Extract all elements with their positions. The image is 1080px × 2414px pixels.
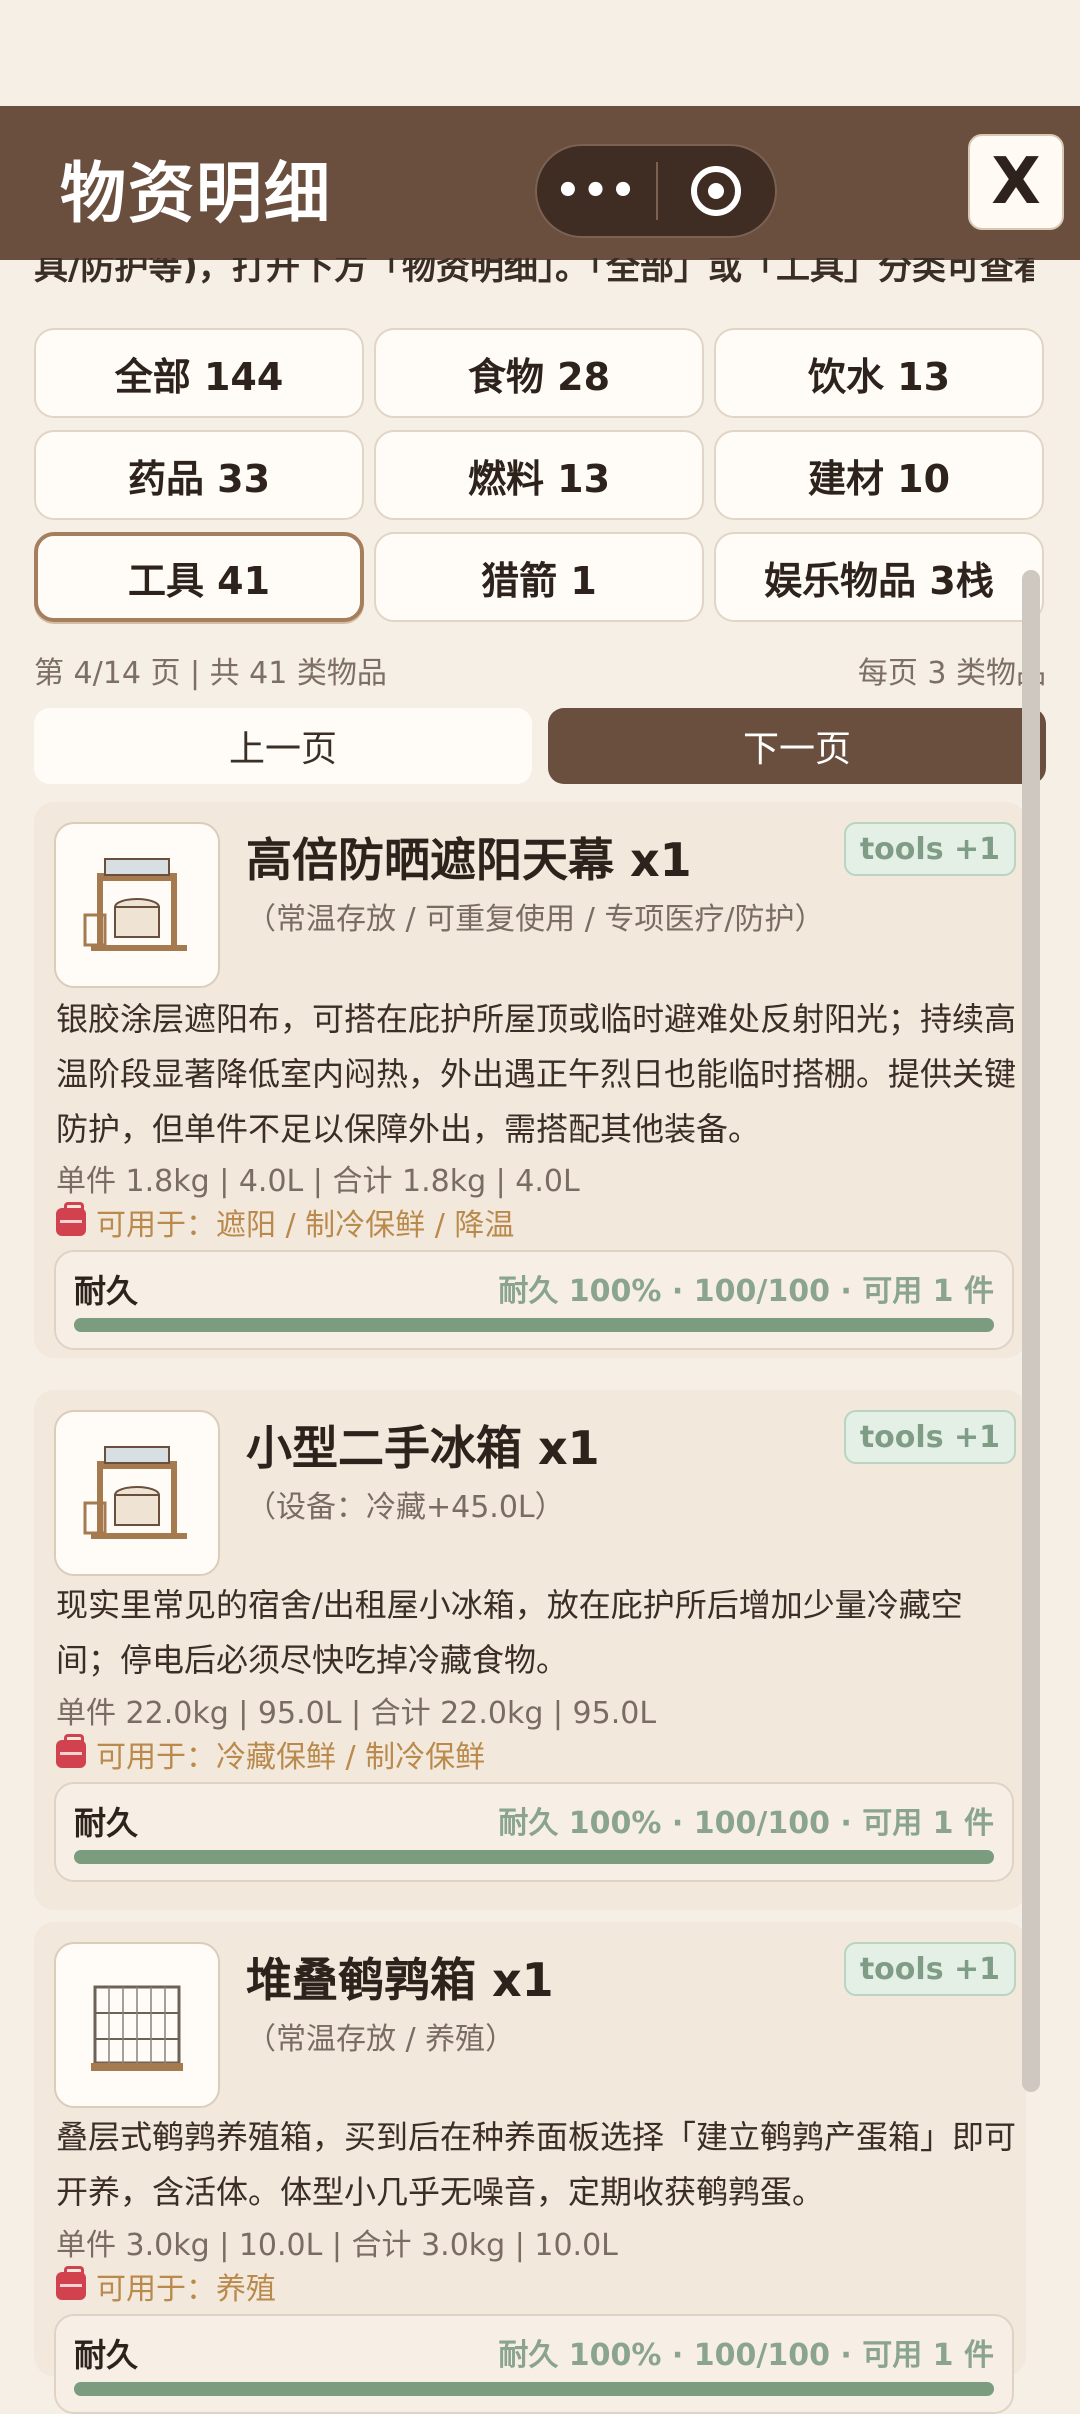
- filter-chip-entertainment[interactable]: 娱乐物品 3栈: [714, 532, 1044, 622]
- filter-chip-arrows[interactable]: 猎箭 1: [374, 532, 704, 622]
- filter-chip-medicine[interactable]: 药品 33: [34, 430, 364, 520]
- target-icon: [691, 166, 742, 216]
- item-category-badge: tools +1: [843, 1942, 1016, 1996]
- item-usage-text: 可用于：遮阳 / 制冷保鲜 / 降温: [96, 1208, 515, 1243]
- close-button[interactable]: X: [968, 134, 1064, 230]
- filter-chip-food[interactable]: 食物 28: [374, 328, 704, 418]
- item-card[interactable]: 堆叠鹌鹑箱 x1 （常温存放 / 养殖） tools +1 叠层式鹌鹑养殖箱，买…: [34, 1922, 1026, 2414]
- app-header: 物资明细 ••• X: [0, 106, 1080, 260]
- item-usage-text: 可用于：冷藏保鲜 / 制冷保鲜: [96, 1740, 486, 1775]
- per-page-text: 每页 3 类物品: [857, 656, 1046, 691]
- durability-fill: [74, 2382, 994, 2396]
- item-description: 叠层式鹌鹑养殖箱，买到后在种养面板选择「建立鹌鹑产蛋箱」即可开养，含活体。体型小…: [56, 2118, 1017, 2211]
- durability-value: 耐久 100% · 100/100 · 可用 1 件: [498, 1806, 994, 1841]
- item-category-badge: tools +1: [843, 822, 1016, 876]
- wire-cage-icon: [54, 1942, 220, 2108]
- durability-bar: [74, 2382, 994, 2396]
- durability-bar: [74, 1850, 994, 1864]
- item-name: 小型二手冰箱 x1: [246, 1421, 600, 1475]
- more-menu-button[interactable]: •••: [537, 171, 656, 211]
- item-card[interactable]: 小型二手冰箱 x1 （设备：冷藏+45.0L） tools +1 现实里常见的宿…: [34, 1390, 1026, 1910]
- item-subtitle: （常温存放 / 养殖）: [246, 2022, 516, 2057]
- durability-label: 耐久: [74, 1804, 139, 1842]
- filter-chip-tools[interactable]: 工具 41: [34, 532, 364, 622]
- item-subtitle: （设备：冷藏+45.0L）: [246, 1490, 565, 1525]
- filter-chip-water[interactable]: 饮水 13: [714, 328, 1044, 418]
- toolbox-icon: [56, 1734, 86, 1768]
- item-name: 高倍防晒遮阳天幕 x1: [246, 833, 692, 887]
- item-usage-text: 可用于：养殖: [96, 2272, 276, 2307]
- page-count-text: 第 4/14 页 | 共 41 类物品: [34, 656, 387, 691]
- page-title: 物资明细: [60, 155, 332, 232]
- item-card[interactable]: 高倍防晒遮阳天幕 x1 （常温存放 / 可重复使用 / 专项医疗/防护） too…: [34, 802, 1026, 1358]
- durability-label: 耐久: [74, 2336, 139, 2374]
- item-subtitle: （常温存放 / 可重复使用 / 专项医疗/防护）: [246, 902, 825, 937]
- item-usage: 可用于：遮阳 / 制冷保鲜 / 降温: [56, 1200, 514, 1244]
- item-weight-volume: 单件 22.0kg | 95.0L | 合计 22.0kg | 95.0L: [56, 1696, 657, 1731]
- durability-value: 耐久 100% · 100/100 · 可用 1 件: [498, 2338, 994, 2373]
- shelter-station-icon: [54, 1410, 220, 1576]
- scrollbar[interactable]: [1022, 570, 1040, 2092]
- next-page-button[interactable]: 下一页: [548, 708, 1046, 784]
- item-usage: 可用于：养殖: [56, 2264, 276, 2308]
- durability-value: 耐久 100% · 100/100 · 可用 1 件: [498, 1274, 994, 1309]
- item-description: 现实里常见的宿舍/出租屋小冰箱，放在庇护所后增加少量冷藏空间；停电后必须尽快吃掉…: [56, 1586, 963, 1679]
- item-category-badge: tools +1: [843, 1410, 1016, 1464]
- hint-text: 具/防护等)，打开下方「物资明细」。「全部」或「工具」分类可查看。: [34, 258, 1034, 288]
- filter-chip-materials[interactable]: 建材 10: [714, 430, 1044, 520]
- item-weight-volume: 单件 3.0kg | 10.0L | 合计 3.0kg | 10.0L: [56, 2228, 618, 2263]
- item-name: 堆叠鹌鹑箱 x1: [246, 1953, 554, 2007]
- durability-label: 耐久: [74, 1272, 139, 1310]
- item-usage: 可用于：冷藏保鲜 / 制冷保鲜: [56, 1732, 485, 1776]
- category-filters: 全部 144 食物 28 饮水 13 药品 33 燃料 13 建材 10 工具 …: [34, 328, 1046, 622]
- filter-chip-fuel[interactable]: 燃料 13: [374, 430, 704, 520]
- item-description: 银胶涂层遮阳布，可搭在庇护所屋顶或临时避难处反射阳光；持续高温阶段显著降低室内闷…: [56, 1000, 1017, 1148]
- mini-program-capsule: •••: [535, 144, 777, 238]
- exit-target-button[interactable]: [658, 166, 775, 216]
- toolbox-icon: [56, 2266, 86, 2300]
- pager: 上一页 下一页: [34, 708, 1046, 784]
- shelter-station-icon: [54, 822, 220, 988]
- durability-fill: [74, 1318, 994, 1332]
- prev-page-button[interactable]: 上一页: [34, 708, 532, 784]
- durability-panel: 耐久 耐久 100% · 100/100 · 可用 1 件: [54, 2314, 1014, 2414]
- item-weight-volume: 单件 1.8kg | 4.0L | 合计 1.8kg | 4.0L: [56, 1164, 580, 1199]
- durability-panel: 耐久 耐久 100% · 100/100 · 可用 1 件: [54, 1782, 1014, 1882]
- durability-fill: [74, 1850, 994, 1864]
- toolbox-icon: [56, 1202, 86, 1236]
- status-bar-area: [0, 0, 1080, 106]
- filter-chip-all[interactable]: 全部 144: [34, 328, 364, 418]
- page-info-row: 第 4/14 页 | 共 41 类物品 每页 3 类物品: [34, 648, 1046, 692]
- durability-bar: [74, 1318, 994, 1332]
- durability-panel: 耐久 耐久 100% · 100/100 · 可用 1 件: [54, 1250, 1014, 1350]
